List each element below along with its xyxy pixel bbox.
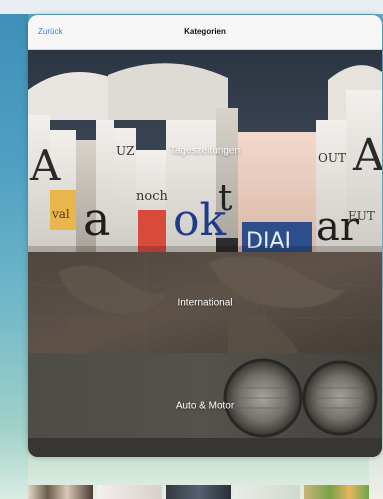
background-thumbnails — [28, 485, 369, 499]
svg-text:EUT: EUT — [348, 209, 375, 223]
background-left-panel — [0, 14, 28, 499]
navigation-bar: Zurück Kategorien — [28, 15, 382, 50]
background-toolbar — [0, 0, 383, 14]
category-row-auto-motor[interactable]: Auto & Motor — [28, 353, 382, 457]
svg-text:t: t — [218, 178, 233, 219]
category-label: Tageszeitungen — [169, 145, 241, 157]
background-thumbnail — [166, 485, 231, 499]
background-thumbnail — [235, 485, 300, 499]
page-title: Kategorien — [184, 27, 226, 36]
category-label: Auto & Motor — [175, 400, 235, 411]
background-thumbnail — [28, 485, 93, 499]
background-thumbnail — [97, 485, 162, 499]
svg-text:a: a — [83, 192, 110, 246]
category-row-tageszeitungen[interactable]: A A a ok t ar noch OUT EUT UZ val DIAI T… — [28, 50, 382, 252]
svg-text:noch: noch — [136, 189, 168, 204]
category-label: International — [177, 297, 233, 308]
category-list: A A a ok t ar noch OUT EUT UZ val DIAI T… — [28, 50, 382, 457]
background-thumbnail — [304, 485, 369, 499]
categories-sheet: Zurück Kategorien A A a ok t ar noch OUT… — [28, 15, 382, 457]
svg-text:val: val — [51, 207, 70, 221]
category-row-international[interactable]: International — [28, 252, 382, 353]
